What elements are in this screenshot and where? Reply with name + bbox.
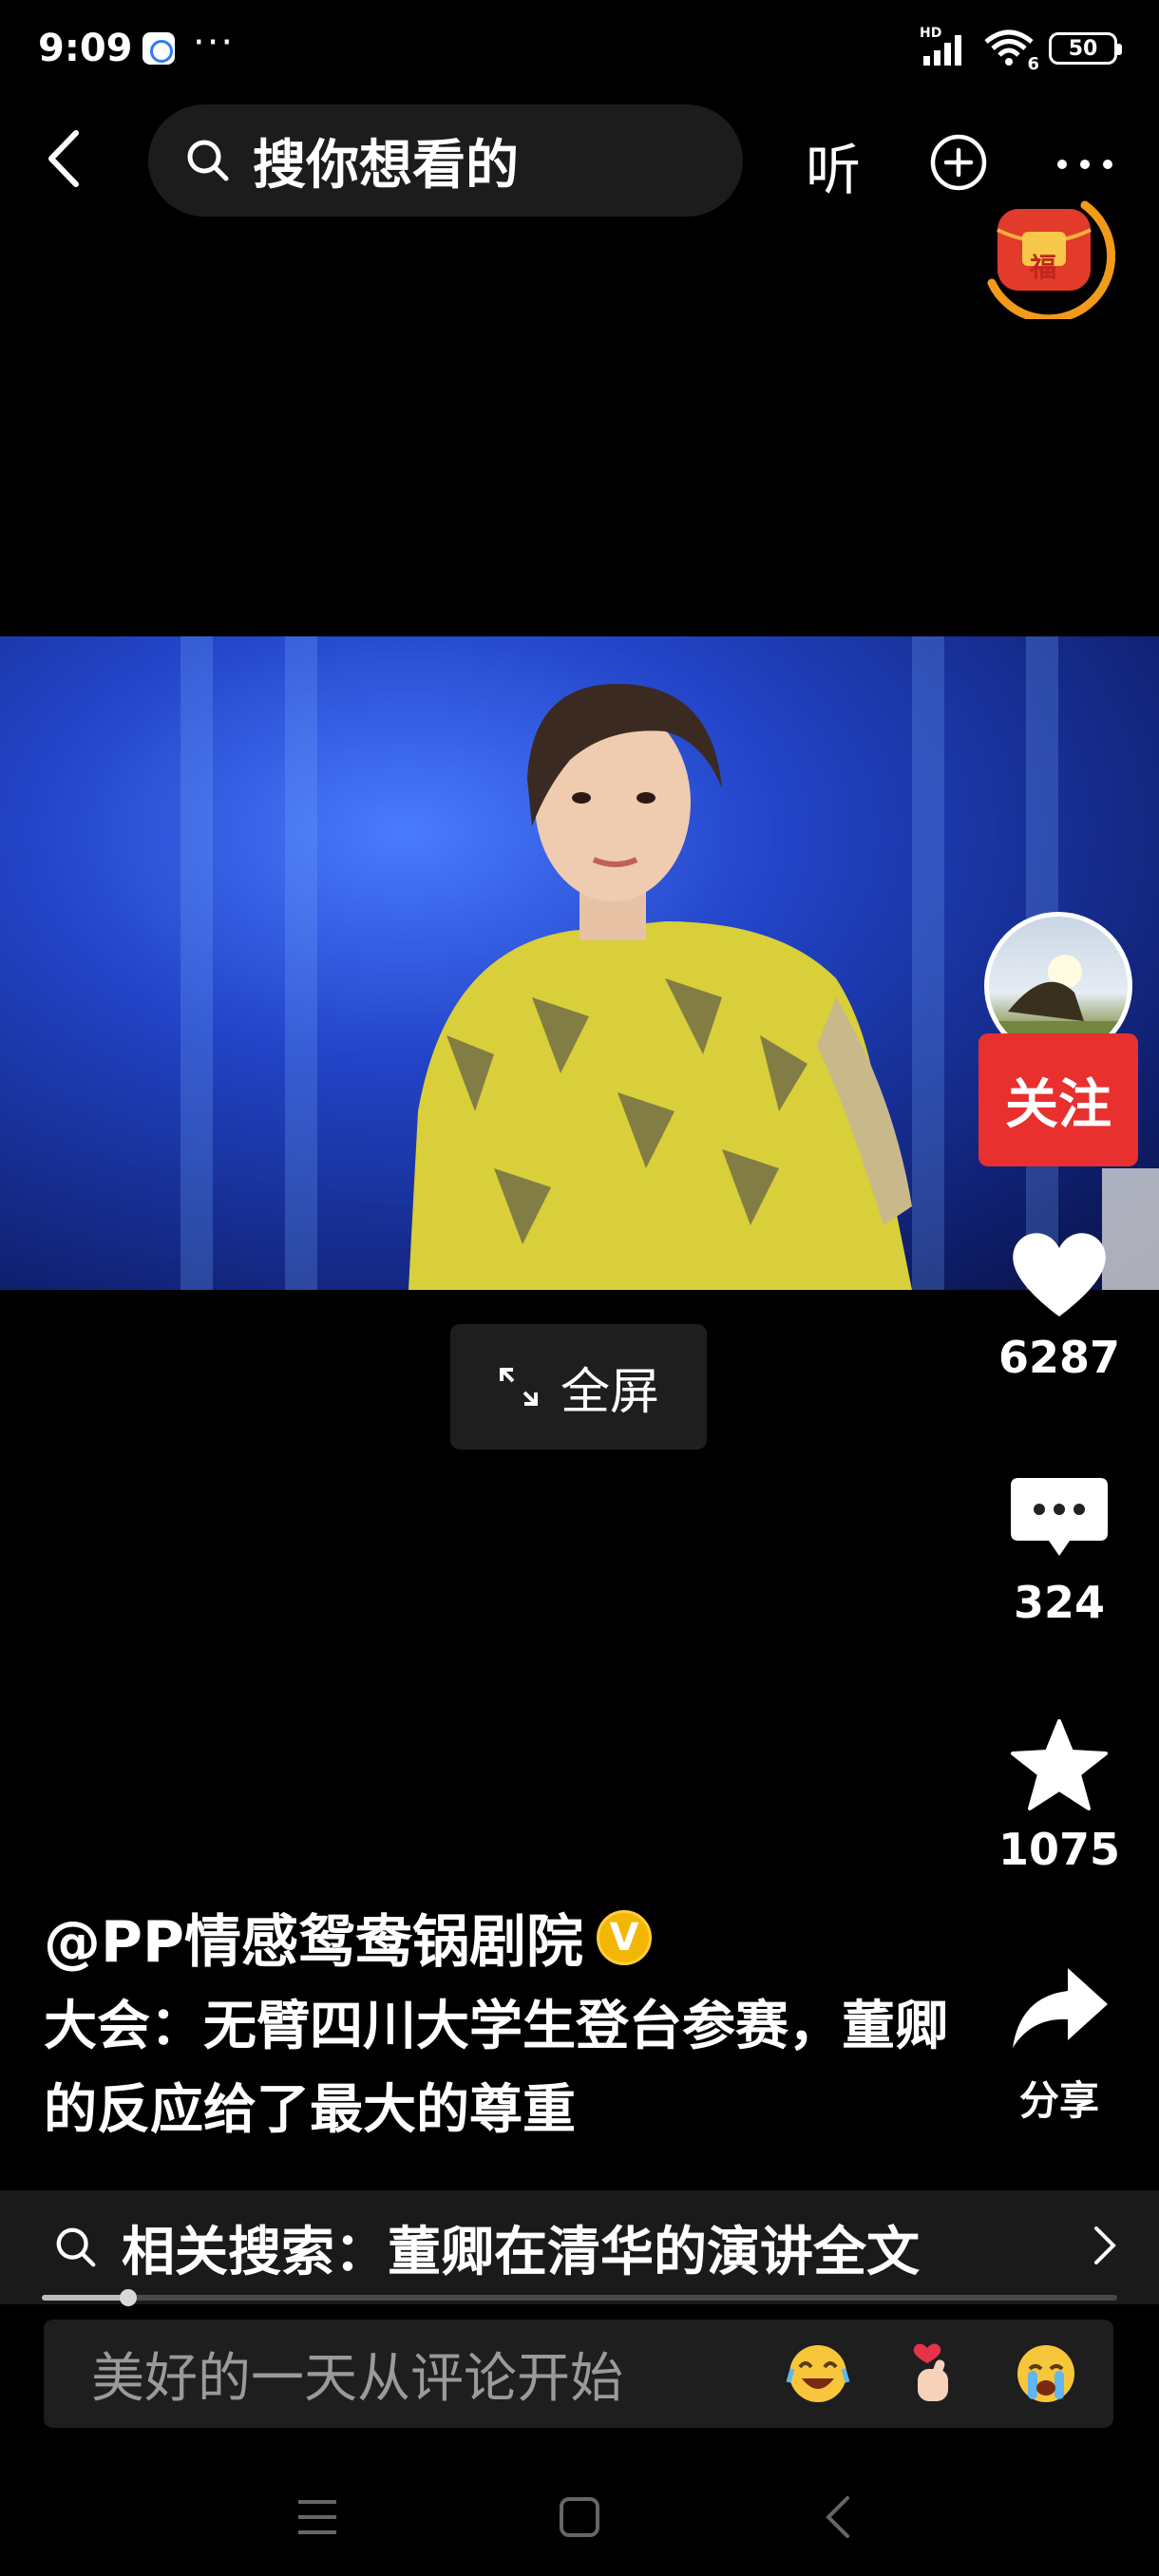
crying-emoji-icon[interactable] [1013, 2340, 1079, 2407]
laughing-emoji-icon[interactable] [785, 2340, 851, 2407]
comment-placeholder: 美好的一天从评论开始 [91, 2347, 623, 2410]
search-placeholder: 搜你想看的 [253, 134, 519, 197]
fu-badge-text: 福 [1030, 252, 1057, 283]
wifi-label: 6 [1027, 54, 1039, 74]
share-label: 分享 [1018, 2077, 1099, 2124]
menu-icon[interactable] [296, 2498, 338, 2536]
more-options-button[interactable] [1054, 131, 1115, 182]
related-search-bar[interactable]: 相关搜索：董卿在清华的演讲全文 [0, 2190, 1159, 2304]
verified-badge-icon: V [596, 1909, 652, 1965]
notification-app-icon [142, 32, 175, 65]
wifi-icon: 6 [982, 28, 1039, 74]
more-dots-icon [1057, 160, 1112, 169]
status-time: 9:09 [38, 27, 133, 70]
status-more-dots: ··· [193, 21, 236, 65]
fu-red-envelope-badge[interactable]: 福 [973, 177, 1116, 324]
back-button[interactable] [42, 125, 87, 192]
video-caption: 大会：无臂四川大学生登台参赛，董卿的反应给了最大的尊重 [44, 1996, 948, 2141]
related-search-text: 相关搜索：董卿在清华的演讲全文 [122, 2221, 920, 2283]
presenter-figure [408, 684, 1159, 1290]
search-bar[interactable]: 搜你想看的 [148, 104, 743, 217]
favorite-action[interactable]: 1075 [988, 1717, 1130, 1875]
heart-icon [1013, 1233, 1106, 1316]
comment-input[interactable]: 美好的一天从评论开始 [44, 2320, 1113, 2428]
comment-bubble-icon [1011, 1478, 1108, 1556]
chevron-right-icon [1094, 2226, 1116, 2264]
status-bar: 9:09 ··· HD 6 50 [0, 0, 1159, 104]
home-icon[interactable] [559, 2496, 600, 2538]
search-icon [56, 2227, 96, 2267]
share-arrow-icon [1013, 1968, 1108, 2048]
progress-fill [42, 2295, 128, 2301]
video-player[interactable] [0, 636, 1159, 1290]
share-action[interactable]: 分享 [988, 1962, 1130, 2127]
status-indicators: HD 6 50 [920, 26, 1122, 74]
follow-button[interactable]: 关注 [978, 1033, 1138, 1166]
listen-button[interactable]: 听 [806, 125, 861, 205]
fullscreen-label: 全屏 [560, 1363, 659, 1421]
author-row[interactable]: @PP情感鸳鸯锅剧院 V [44, 1896, 652, 1979]
like-count: 6287 [998, 1332, 1121, 1383]
star-icon [1011, 1719, 1108, 1810]
expand-icon [499, 1368, 538, 1406]
video-progress-bar[interactable] [42, 2289, 1117, 2306]
favorite-count: 1075 [998, 1824, 1121, 1875]
battery-indicator: 50 [1049, 32, 1122, 65]
comment-count: 324 [1013, 1577, 1106, 1628]
chevron-left-icon [48, 130, 79, 187]
author-name[interactable]: @PP情感鸳鸯锅剧院 [44, 1896, 583, 1979]
system-nav-bar [0, 2451, 1159, 2576]
progress-handle[interactable] [120, 2289, 137, 2306]
fullscreen-button[interactable]: 全屏 [450, 1324, 707, 1449]
like-action[interactable]: 6287 [988, 1225, 1130, 1383]
finger-heart-emoji-icon[interactable] [899, 2340, 965, 2407]
signal-icon: HD [920, 26, 969, 67]
search-icon [187, 140, 229, 181]
comment-action[interactable]: 324 [988, 1470, 1130, 1628]
back-triangle-icon[interactable] [823, 2494, 851, 2540]
